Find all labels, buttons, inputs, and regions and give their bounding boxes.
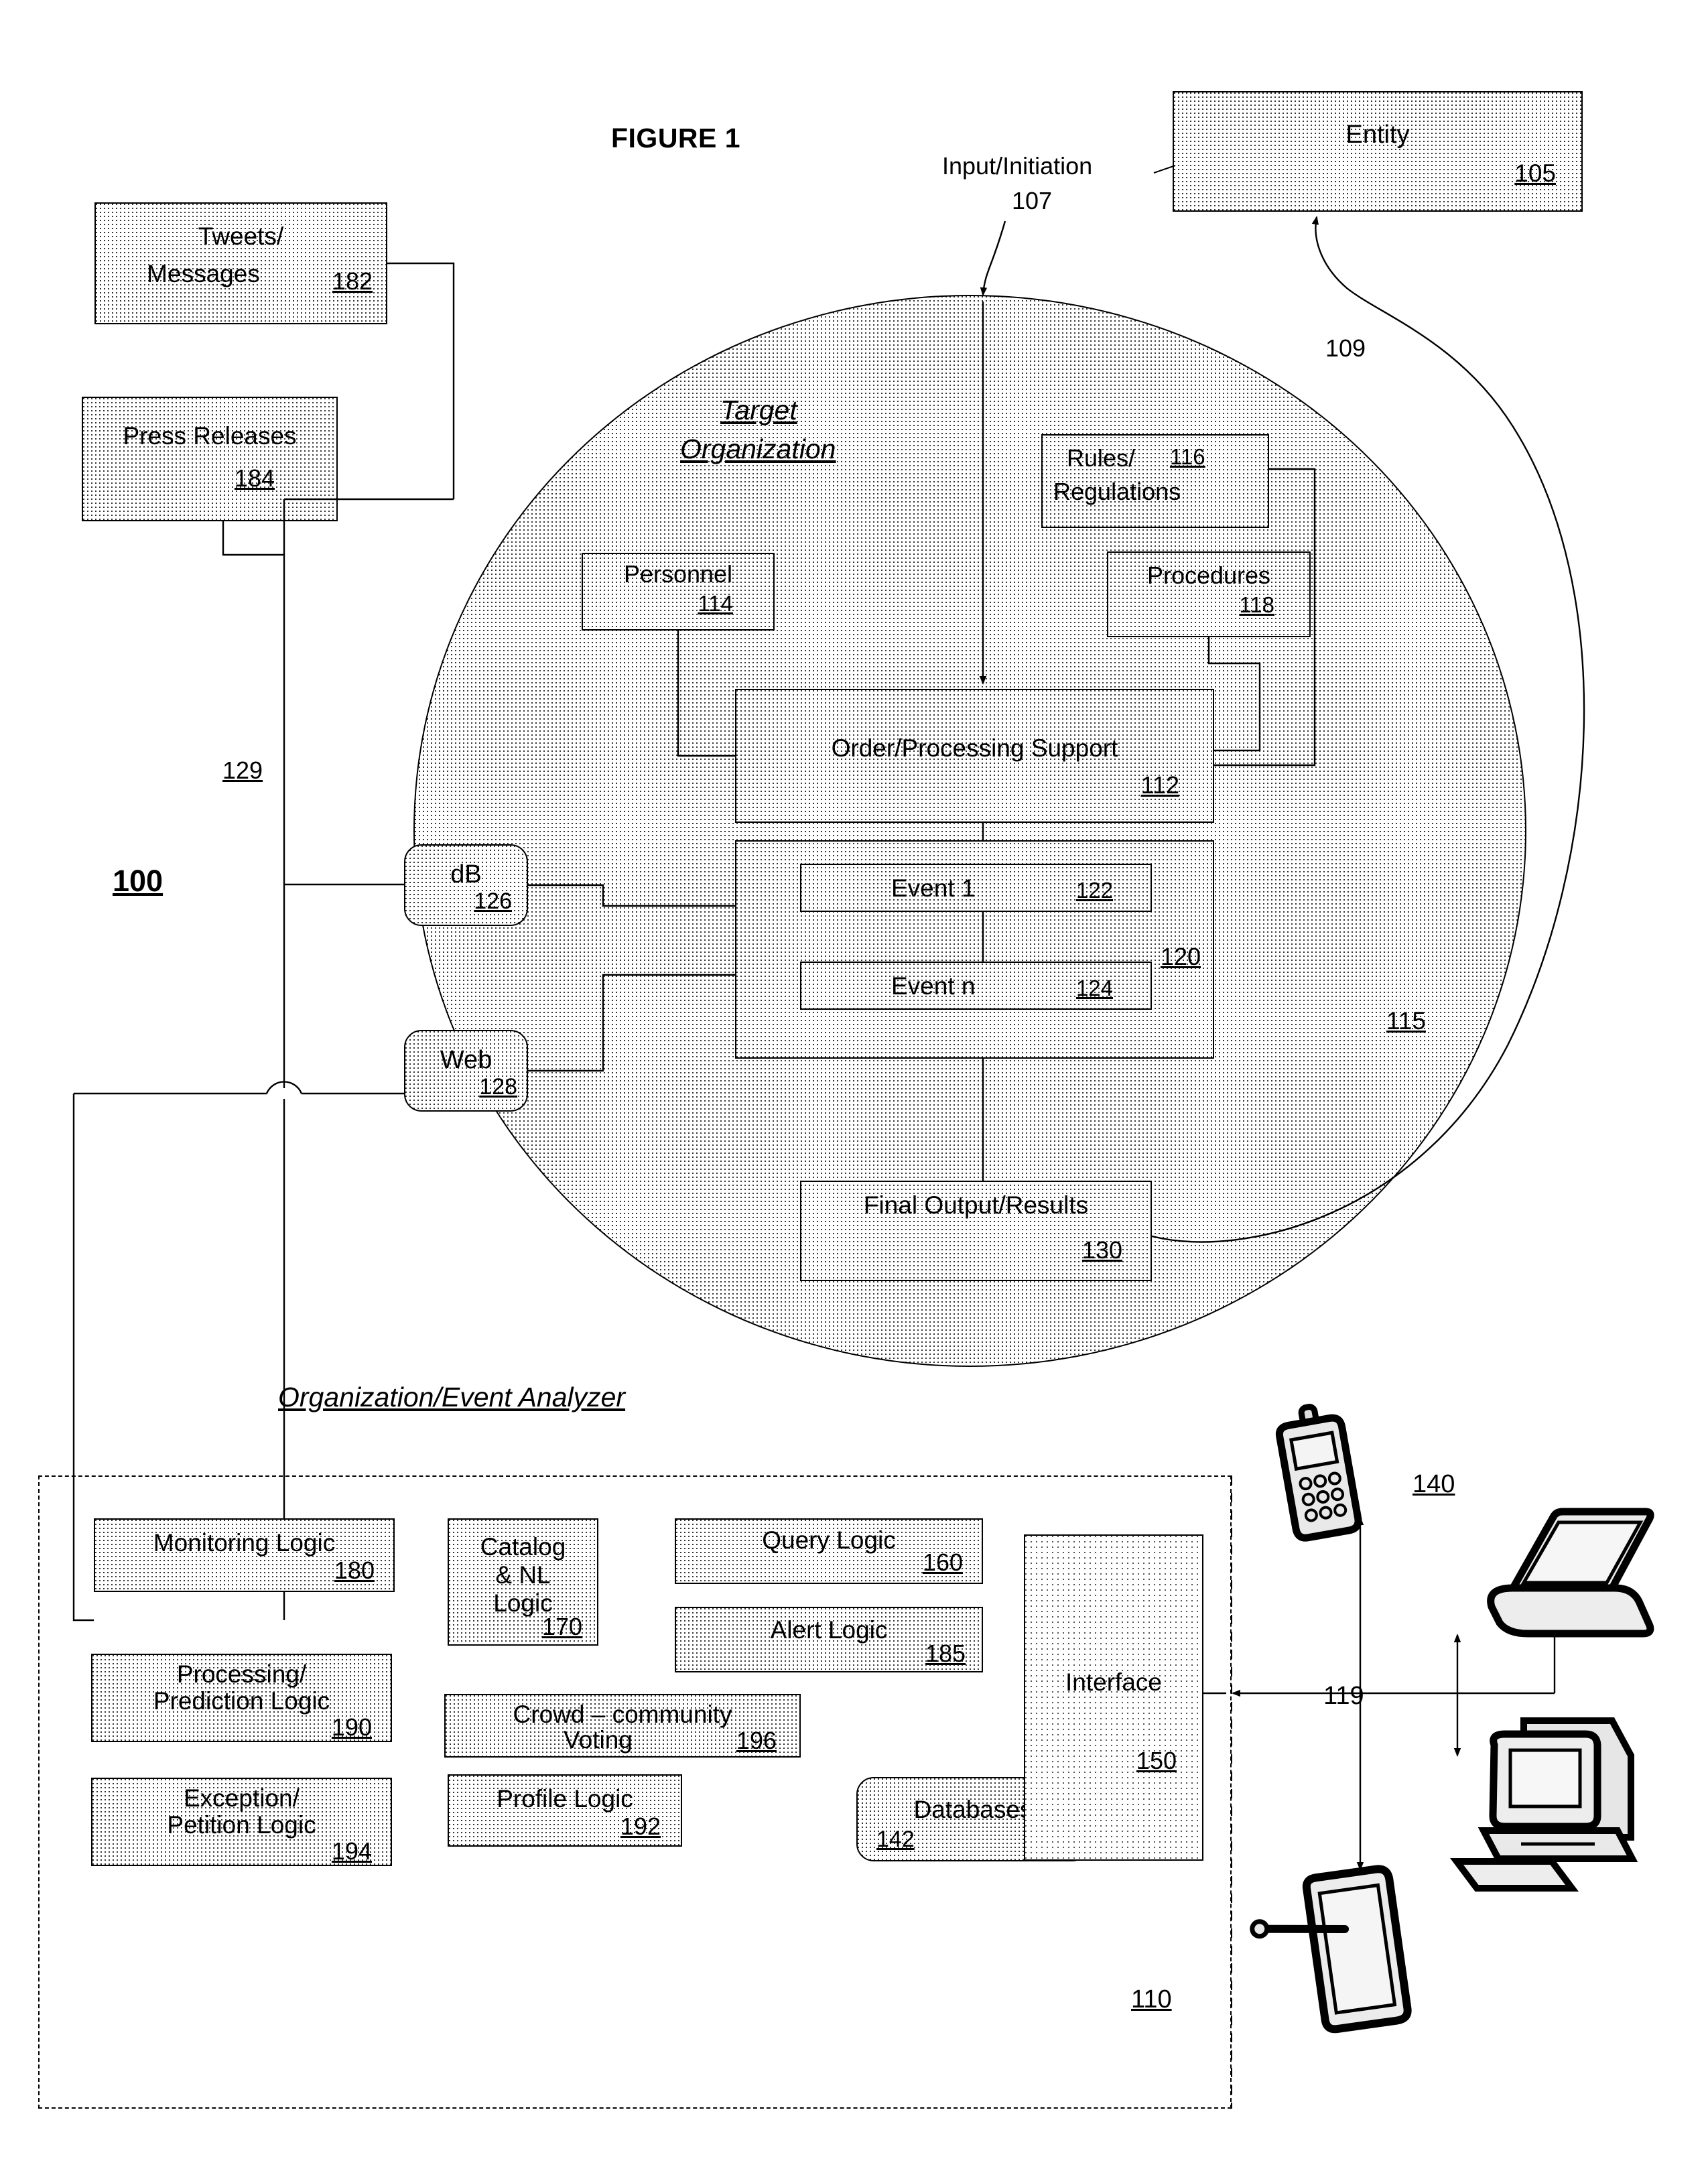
query-logic-ref: 160	[922, 1548, 963, 1576]
processing-prediction-line1: Processing/	[176, 1660, 307, 1688]
crowd-community-line1: Crowd – community	[513, 1701, 732, 1728]
desktop-computer-icon	[1450, 1717, 1638, 1892]
target-organization-ref: 115	[1386, 1007, 1426, 1035]
entity-label: Entity	[1345, 121, 1410, 149]
profile-logic-box[interactable]: Profile Logic 192	[448, 1774, 682, 1847]
catalog-nl-ref: 170	[541, 1613, 582, 1640]
db-box[interactable]: dB 126	[404, 844, 528, 926]
system-ref-100: 100	[113, 864, 163, 898]
procedures-ref: 118	[1239, 592, 1274, 617]
crowd-community-ref: 196	[736, 1727, 777, 1754]
event-n-label: Event n	[891, 972, 976, 1000]
event-n-box[interactable]: Event n 124	[800, 962, 1152, 1010]
db-ref: 126	[474, 888, 512, 914]
processing-prediction-line2: Prediction Logic	[153, 1687, 330, 1715]
procedures-line1: Procedures	[1146, 562, 1271, 589]
analyzer-ref-110: 110	[1131, 1985, 1172, 2014]
interface-label: Interface	[1065, 1668, 1162, 1696]
events-group-ref: 120	[1160, 943, 1201, 970]
web-label: Web	[440, 1046, 492, 1074]
personnel-ref: 114	[698, 591, 733, 616]
crowd-community-line2: Voting	[564, 1726, 633, 1754]
feedback-ref: 109	[1325, 334, 1366, 362]
alert-logic-ref: 185	[925, 1640, 966, 1667]
mobile-phone-icon	[1275, 1404, 1362, 1542]
exception-petition-ref: 194	[331, 1837, 372, 1865]
tweets-messages-line2: Messages	[147, 260, 260, 287]
order-processing-support-box[interactable]: Order/Processing Support 112	[735, 689, 1214, 823]
monitoring-logic-label: Monitoring Logic	[153, 1529, 336, 1557]
web-ref: 128	[479, 1074, 517, 1100]
catalog-nl-line2: & NL	[495, 1561, 551, 1589]
alert-logic-box[interactable]: Alert Logic 185	[675, 1607, 983, 1672]
processing-prediction-logic-box[interactable]: Processing/ Prediction Logic 190	[91, 1654, 392, 1742]
tweets-messages-ref: 182	[332, 267, 373, 295]
figure-title: FIGURE 1	[611, 123, 741, 153]
crowd-community-voting-box[interactable]: Crowd – community Voting 196	[444, 1694, 801, 1758]
final-output-results-box[interactable]: Final Output/Results 130	[800, 1181, 1152, 1281]
web-box[interactable]: Web 128	[404, 1030, 528, 1112]
profile-logic-ref: 192	[620, 1812, 661, 1840]
profile-logic-label: Profile Logic	[497, 1785, 633, 1812]
order-processing-support-line1: Order/Processing Support	[831, 734, 1118, 762]
rules-regulations-line1: Rules/	[1067, 444, 1136, 472]
event-1-label: Event 1	[891, 874, 976, 902]
laptop-icon	[1487, 1508, 1654, 1638]
exception-petition-logic-box[interactable]: Exception/ Petition Logic 194	[91, 1778, 392, 1866]
target-organization-title-line1: Target	[720, 395, 797, 425]
processing-prediction-ref: 190	[331, 1713, 372, 1741]
monitoring-logic-ref: 180	[334, 1557, 375, 1584]
db-label: dB	[450, 860, 482, 888]
press-releases-line1: Press Releases	[123, 422, 297, 450]
rules-regulations-ref: 116	[1170, 444, 1205, 469]
patent-figure-1: FIGURE 1 Entity 105 Input/Initiation 107…	[0, 0, 1708, 2177]
bus-ref-129: 129	[222, 756, 263, 784]
monitoring-logic-box[interactable]: Monitoring Logic 180	[94, 1518, 395, 1592]
exception-petition-line1: Exception/	[184, 1784, 300, 1812]
order-processing-support-ref: 112	[1140, 771, 1179, 799]
input-initiation-ref: 107	[1012, 187, 1053, 214]
analyzer-title: Organization/Event Analyzer	[278, 1382, 626, 1412]
catalog-nl-line1: Catalog	[480, 1533, 566, 1561]
personnel-line1: Personnel	[623, 560, 733, 588]
interface-ref: 150	[1136, 1747, 1177, 1774]
interface-box[interactable]: Interface 150	[1024, 1534, 1203, 1861]
entity-ref: 105	[1514, 159, 1556, 187]
procedures-box[interactable]: Procedures 118	[1107, 551, 1311, 637]
catalog-nl-logic-box[interactable]: Catalog & NL Logic 170	[448, 1518, 598, 1646]
entity-box[interactable]: Entity 105	[1173, 91, 1583, 212]
rules-regulations-line2: Regulations	[1053, 478, 1181, 505]
tablet-stylus-icon	[1250, 1865, 1412, 2034]
input-initiation-label: Input/Initiation	[942, 152, 1093, 180]
final-output-results-ref: 130	[1081, 1236, 1122, 1264]
databases-ref: 142	[876, 1827, 915, 1852]
tweets-messages-line1: Tweets/	[198, 222, 284, 250]
event-1-ref: 122	[1075, 878, 1113, 903]
rules-regulations-box[interactable]: Rules/ 116 Regulations	[1041, 434, 1269, 528]
devices-ref-140: 140	[1413, 1470, 1455, 1498]
press-releases-box[interactable]: Press Releases 184	[82, 397, 338, 521]
devices-link-ref-119: 119	[1323, 1682, 1364, 1710]
final-output-results-label: Final Output/Results	[863, 1191, 1089, 1219]
personnel-box[interactable]: Personnel 114	[582, 553, 775, 631]
tweets-messages-box[interactable]: Tweets/ Messages 182	[94, 202, 387, 324]
press-releases-ref: 184	[234, 464, 275, 492]
event-1-box[interactable]: Event 1 122	[800, 864, 1152, 912]
event-n-ref: 124	[1075, 976, 1113, 1000]
exception-petition-line2: Petition Logic	[167, 1811, 316, 1839]
target-organization-title-line2: Organization	[680, 434, 836, 464]
query-logic-box[interactable]: Query Logic 160	[675, 1518, 983, 1584]
